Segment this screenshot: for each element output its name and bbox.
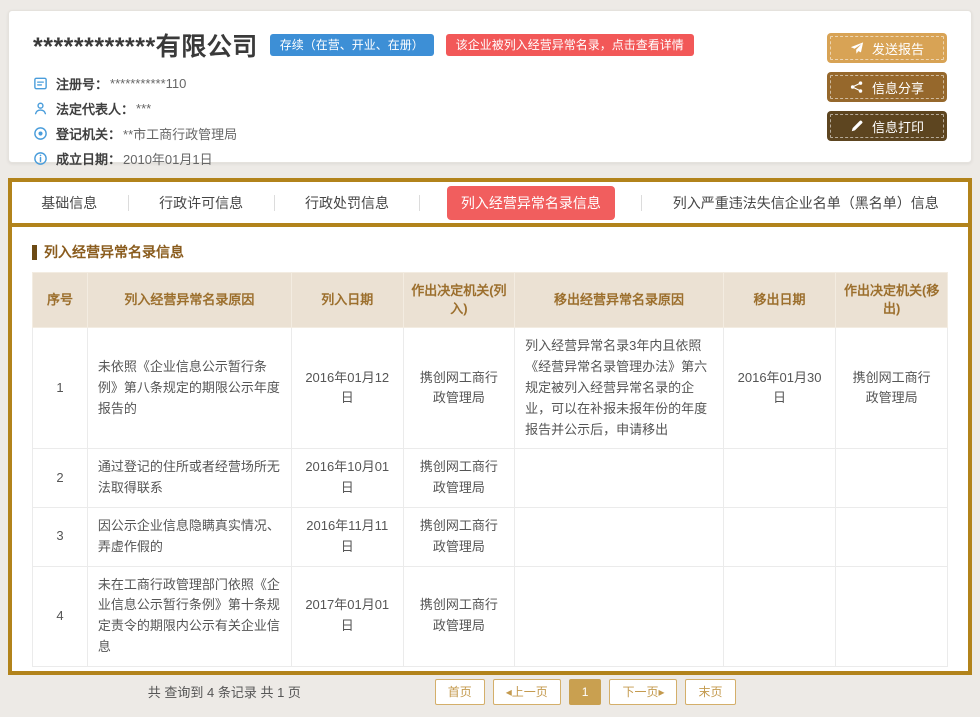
tab-blacklist[interactable]: 列入严重违法失信企业名单（黑名单）信息: [669, 187, 943, 219]
column-header: 作出决定机关(列入): [403, 273, 515, 328]
table-cell: 携创网工商行政管理局: [836, 328, 948, 449]
info-value: **市工商行政管理局: [123, 124, 237, 143]
table-cell: [836, 507, 948, 566]
table-cell: [836, 566, 948, 666]
table-cell: [515, 507, 724, 566]
table-cell: 2016年01月30日: [723, 328, 836, 449]
column-header: 列入经营异常名录原因: [87, 273, 291, 328]
table-cell: 通过登记的住所或者经营场所无法取得联系: [87, 449, 291, 508]
tab-bar: 基础信息 行政许可信息 行政处罚信息 列入经营异常名录信息 列入严重违法失信企业名单（黑…: [12, 182, 968, 227]
company-info-row: 成立日期：2010年01月1日: [33, 146, 947, 171]
tab-divider: [419, 195, 420, 211]
table-cell: 3: [33, 507, 88, 566]
table-cell: [515, 566, 724, 666]
status-badge: 存续（在营、开业、在册）: [270, 34, 434, 56]
abnormal-alert-badge[interactable]: 该企业被列入经营异常名录，点击查看详情: [446, 34, 694, 56]
company-name-row: ************有限公司 存续（在营、开业、在册） 该企业被列入经营异常…: [33, 27, 947, 63]
table-cell: [836, 449, 948, 508]
certificate-icon: [33, 76, 48, 91]
company-info-row: 注册号：***********110: [33, 71, 947, 96]
company-info-row: 登记机关：**市工商行政管理局: [33, 121, 947, 146]
table-cell: 4: [33, 566, 88, 666]
share-info-button[interactable]: 信息分享: [827, 72, 947, 102]
column-header: 移出日期: [723, 273, 836, 328]
info-value: 2010年01月1日: [123, 149, 213, 168]
location-icon: [33, 126, 48, 141]
table-cell: [515, 449, 724, 508]
table-cell: 因公示企业信息隐瞒真实情况、弄虚作假的: [87, 507, 291, 566]
table-cell: 2016年10月01日: [291, 449, 403, 508]
table-cell: [723, 566, 836, 666]
info-label: 注册号：: [56, 74, 108, 93]
print-info-button[interactable]: 信息打印: [827, 111, 947, 141]
section-title-marker: [32, 245, 37, 260]
pencil-icon: [850, 119, 864, 133]
table-cell: 携创网工商行政管理局: [403, 507, 515, 566]
table-cell: 2016年11月11日: [291, 507, 403, 566]
table-row: 3因公示企业信息隐瞒真实情况、弄虚作假的2016年11月11日携创网工商行政管理…: [33, 507, 948, 566]
tab-admin-penalty[interactable]: 行政处罚信息: [301, 187, 393, 219]
company-info-list: 注册号：***********110法定代表人：***登记机关：**市工商行政管…: [33, 71, 947, 171]
table-cell: 2016年01月12日: [291, 328, 403, 449]
record-summary: 共 查询到 4 条记录 共 1 页: [32, 682, 417, 701]
table-cell: 列入经营异常名录3年内且依照《经营异常名录管理办法》第六规定被列入经营异常名录的…: [515, 328, 724, 449]
header-action-buttons: 发送报告信息分享信息打印: [827, 33, 947, 141]
action-label: 信息打印: [872, 117, 924, 136]
abnormal-records-table: 序号列入经营异常名录原因列入日期作出决定机关(列入)移出经营异常名录原因移出日期…: [32, 272, 948, 667]
table-body: 1未依照《企业信息公示暂行条例》第八条规定的期限公示年度报告的2016年01月1…: [33, 328, 948, 666]
tab-admin-license[interactable]: 行政许可信息: [155, 187, 247, 219]
action-label: 发送报告: [872, 39, 924, 58]
table-header-row: 序号列入经营异常名录原因列入日期作出决定机关(列入)移出经营异常名录原因移出日期…: [33, 273, 948, 328]
column-header: 移出经营异常名录原因: [515, 273, 724, 328]
column-header: 序号: [33, 273, 88, 328]
table-cell: 未在工商行政管理部门依照《企业信息公示暂行条例》第十条规定责令的期限内公示有关企…: [87, 566, 291, 666]
company-name: ************有限公司: [33, 27, 258, 63]
tab-divider: [641, 195, 642, 211]
table-cell: 2: [33, 449, 88, 508]
info-value: ***: [136, 101, 151, 116]
person-icon: [33, 101, 48, 116]
table-cell: 携创网工商行政管理局: [403, 449, 515, 508]
column-header: 列入日期: [291, 273, 403, 328]
paper-plane-icon: [850, 41, 864, 55]
action-label: 信息分享: [872, 78, 924, 97]
column-header: 作出决定机关(移出): [836, 273, 948, 328]
pagination-bar: 共 查询到 4 条记录 共 1 页 首页◂上一页1下一页▸末页: [32, 667, 948, 717]
main-panel: 基础信息行政许可信息行政处罚信息列入经营异常名录信息列入严重违法失信企业名单（黑…: [8, 178, 972, 675]
info-label: 成立日期：: [56, 149, 121, 168]
section-title: 列入经营异常名录信息: [32, 242, 948, 262]
company-info-row: 法定代表人：***: [33, 96, 947, 121]
table-cell: [723, 507, 836, 566]
tab-abnormal-list[interactable]: 列入经营异常名录信息: [447, 186, 615, 220]
send-report-button[interactable]: 发送报告: [827, 33, 947, 63]
section-title-text: 列入经营异常名录信息: [44, 242, 184, 262]
table-cell: 携创网工商行政管理局: [403, 566, 515, 666]
table-cell: [723, 449, 836, 508]
abnormal-list-content: 列入经营异常名录信息 序号列入经营异常名录原因列入日期作出决定机关(列入)移出经…: [12, 227, 968, 717]
table-cell: 1: [33, 328, 88, 449]
info-label: 法定代表人：: [56, 99, 134, 118]
table-cell: 携创网工商行政管理局: [403, 328, 515, 449]
info-label: 登记机关：: [56, 124, 121, 143]
share-nodes-icon: [850, 80, 864, 94]
table-row: 2通过登记的住所或者经营场所无法取得联系2016年10月01日携创网工商行政管理…: [33, 449, 948, 508]
tab-divider: [274, 195, 275, 211]
table-cell: 2017年01月01日: [291, 566, 403, 666]
table-row: 1未依照《企业信息公示暂行条例》第八条规定的期限公示年度报告的2016年01月1…: [33, 328, 948, 449]
info-value: ***********110: [110, 76, 186, 91]
company-header-card: ************有限公司 存续（在营、开业、在册） 该企业被列入经营异常…: [8, 10, 972, 163]
tab-basic-info[interactable]: 基础信息: [37, 187, 101, 219]
info-icon: [33, 151, 48, 166]
tab-divider: [128, 195, 129, 211]
table-cell: 未依照《企业信息公示暂行条例》第八条规定的期限公示年度报告的: [87, 328, 291, 449]
table-row: 4未在工商行政管理部门依照《企业信息公示暂行条例》第十条规定责令的期限内公示有关…: [33, 566, 948, 666]
